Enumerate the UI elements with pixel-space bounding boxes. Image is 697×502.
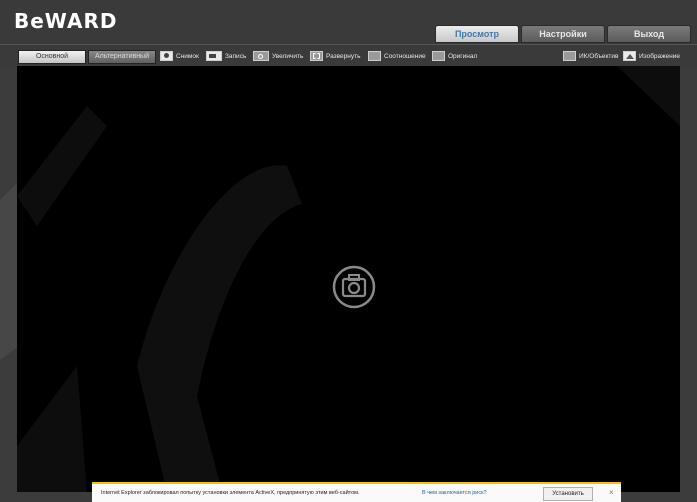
aspect-ratio-icon <box>368 51 381 61</box>
ir-lens-label: ИК/Объектив <box>579 52 619 60</box>
image-tool[interactable]: Изображение <box>623 51 680 61</box>
ir-lens-icon <box>563 51 576 61</box>
close-infobar-icon[interactable]: × <box>609 488 614 497</box>
ie-activex-infobar: Internet Explorer заблокировал попытку у… <box>92 482 621 502</box>
install-button[interactable]: Установить <box>543 487 593 501</box>
toolbar: Основной Альтернативный Снимок Запись Ув… <box>0 44 697 67</box>
image-icon <box>623 51 636 61</box>
beward-logo: BeWARD <box>14 9 118 33</box>
record-tool[interactable]: Запись <box>206 51 246 61</box>
zoom-label: Увеличить <box>272 52 304 60</box>
tab-exit[interactable]: Выход <box>607 25 691 43</box>
expand-tool[interactable]: Развернуть <box>310 51 360 61</box>
image-label: Изображение <box>639 52 680 60</box>
camera-placeholder-icon <box>332 265 376 309</box>
expand-icon <box>310 51 323 61</box>
tab-view[interactable]: Просмотр <box>435 25 519 43</box>
zoom-tool[interactable]: Увеличить <box>253 51 303 61</box>
snapshot-tool[interactable]: Снимок <box>160 51 199 61</box>
expand-label: Развернуть <box>326 52 361 60</box>
snapshot-label: Снимок <box>176 52 199 60</box>
original-tool[interactable]: Оригинал <box>432 51 477 61</box>
original-label: Оригинал <box>448 52 478 60</box>
video-area[interactable] <box>17 66 680 492</box>
main-tabs: Просмотр Настройки Выход <box>435 25 691 43</box>
infobar-message: Internet Explorer заблокировал попытку у… <box>101 490 360 496</box>
ratio-tool[interactable]: Соотношение <box>368 51 426 61</box>
video-camera-icon <box>206 51 222 61</box>
stream-main-button[interactable]: Основной <box>18 50 86 64</box>
camera-icon <box>160 51 173 61</box>
ir-lens-tool[interactable]: ИК/Объектив <box>563 51 618 61</box>
record-label[interactable]: Запись <box>225 53 246 60</box>
tab-settings[interactable]: Настройки <box>521 25 605 43</box>
stream-alt-button[interactable]: Альтернативный <box>88 50 156 64</box>
ratio-label: Соотношение <box>384 52 426 60</box>
header: BeWARD Просмотр Настройки Выход <box>0 0 697 44</box>
original-size-icon <box>432 51 445 61</box>
magnifier-icon <box>253 51 269 61</box>
risk-info-link[interactable]: В чем заключается риск? <box>422 490 487 496</box>
